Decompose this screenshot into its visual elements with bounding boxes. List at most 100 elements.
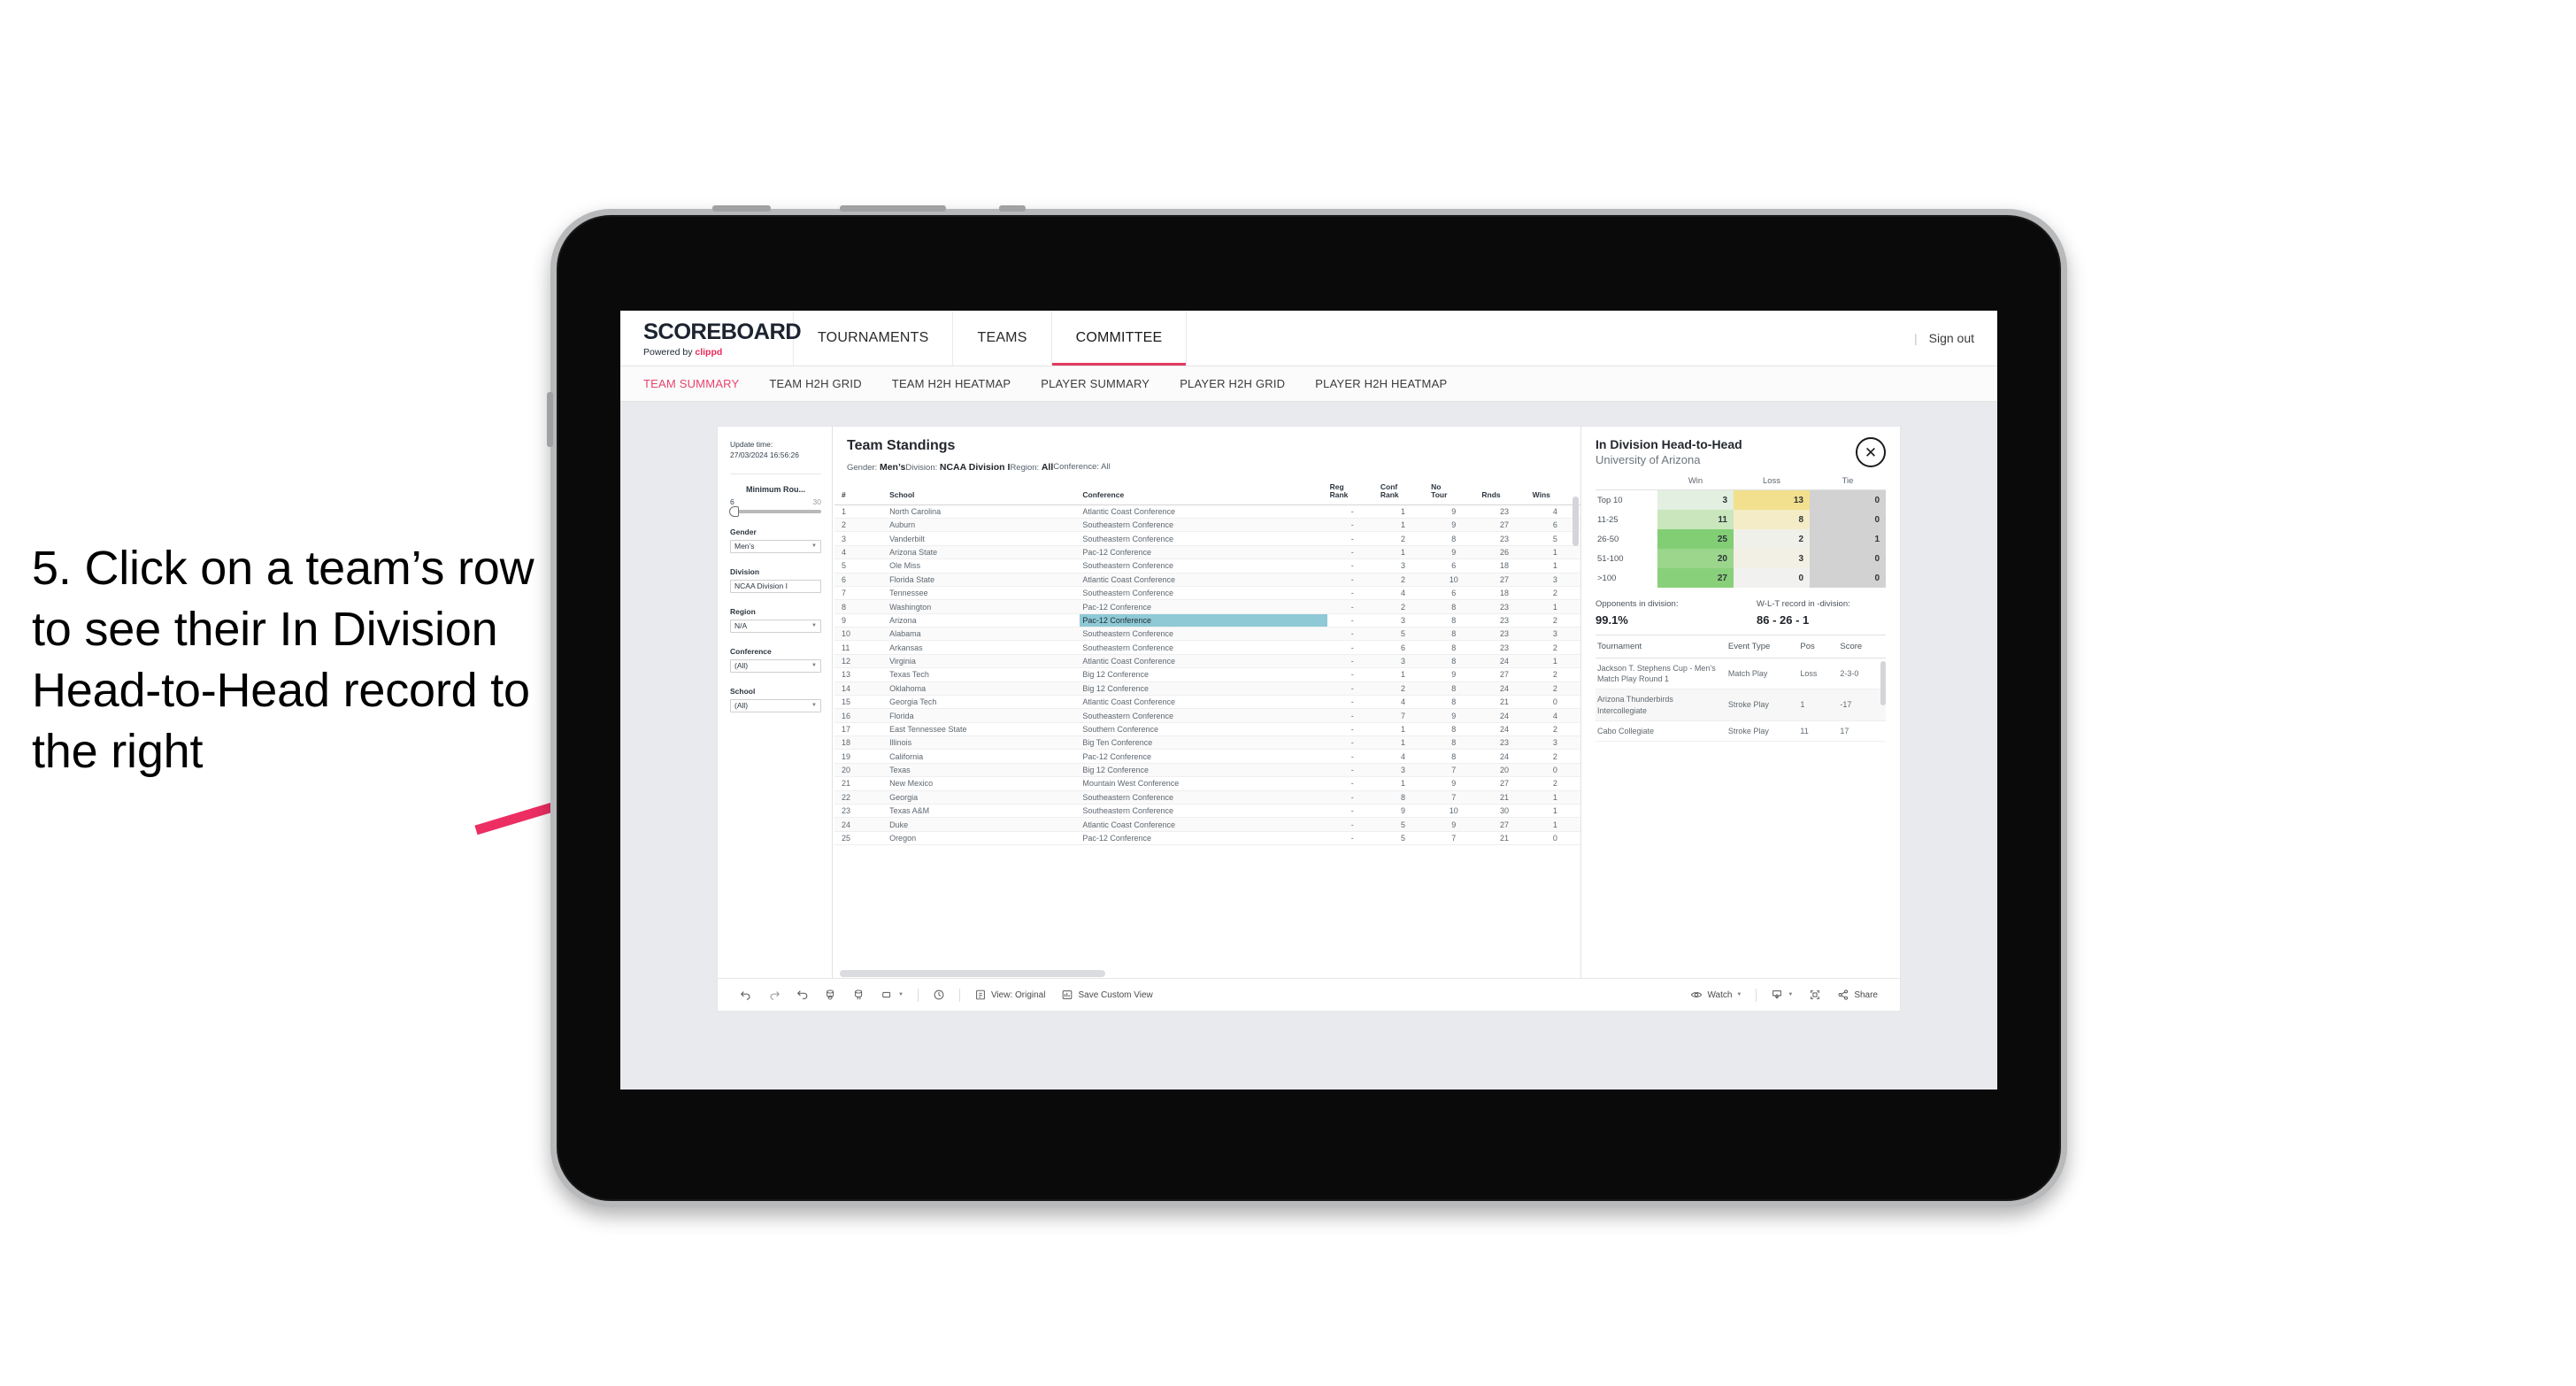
table-row[interactable]: 9 Arizona Pac-12 Conference -3 8 23 2	[834, 613, 1580, 628]
list-item[interactable]: Jackson T. Stephens Cup - Men’s Match Pl…	[1596, 658, 1886, 690]
list-item[interactable]: Arizona Thunderbirds Intercollegiate Stro…	[1596, 689, 1886, 721]
table-row[interactable]: 15 Georgia Tech Atlantic Coast Conference -…	[834, 695, 1580, 710]
table-row[interactable]: 7 Tennessee Southeastern Conference -4 6 18 2	[834, 586, 1580, 601]
nav-teams[interactable]: TEAMS	[953, 311, 1052, 366]
table-row[interactable]: 25 Oregon Pac-12 Conference -5 7 21 0	[834, 831, 1580, 846]
tab-team-summary[interactable]: TEAM SUMMARY	[643, 377, 739, 390]
region-select[interactable]: N/A ▼	[730, 619, 821, 633]
cell-1: Virginia	[887, 654, 1080, 669]
slider-handle[interactable]	[729, 505, 739, 517]
heatmap-cell-loss[interactable]: 3	[1734, 549, 1810, 569]
conference-select[interactable]: (All) ▼	[730, 658, 821, 673]
heatmap-row-label: Top 10	[1596, 489, 1657, 511]
cell-3: -	[1326, 654, 1378, 669]
summary-conference-value: All	[1101, 462, 1111, 472]
minimum-rounds-slider[interactable]	[729, 505, 821, 517]
summary-conference-label: Conference:	[1053, 462, 1102, 472]
nav-tournaments[interactable]: TOURNAMENTS	[794, 311, 954, 366]
heatmap-cell-loss[interactable]: 8	[1734, 510, 1810, 530]
fullscreen-button[interactable]	[1801, 989, 1829, 1001]
tab-player-summary[interactable]: PLAYER SUMMARY	[1041, 377, 1150, 390]
nav-committee[interactable]: COMMITTEE	[1051, 311, 1188, 366]
nav-active-indicator	[1051, 363, 1187, 366]
table-row[interactable]: 23 Texas A&M Southeastern Conference -9 10 30…	[834, 804, 1580, 819]
rectangle-select-button[interactable]: ▼	[873, 989, 911, 1001]
heatmap-cell-win[interactable]: 11	[1657, 510, 1734, 530]
heatmap-cell-tie[interactable]: 0	[1810, 549, 1886, 569]
col-rnds[interactable]: Rnds	[1479, 481, 1530, 505]
heatmap-cell-win[interactable]: 3	[1657, 489, 1734, 511]
view-original-button[interactable]: View: Original	[966, 989, 1054, 1001]
table-row[interactable]: 24 Duke Atlantic Coast Conference -5 9 27 1	[834, 817, 1580, 832]
heatmap-cell-win[interactable]: 20	[1657, 549, 1734, 569]
col-school[interactable]: School	[887, 481, 1080, 505]
refresh-data-button[interactable]	[817, 989, 845, 1001]
col-rank[interactable]: #	[834, 481, 888, 505]
table-row[interactable]: 6 Florida State Atlantic Coast Conference -…	[834, 573, 1580, 587]
sign-out-link[interactable]: Sign out	[1929, 331, 1974, 345]
heatmap-cell-loss[interactable]: 13	[1734, 489, 1810, 511]
table-row[interactable]: 12 Virginia Atlantic Coast Conference -3 8 24…	[834, 654, 1580, 669]
heatmap-cell-win[interactable]: 25	[1657, 529, 1734, 550]
division-select[interactable]: NCAA Division I	[730, 579, 821, 593]
table-row[interactable]: 4 Arizona State Pac-12 Conference -1 9 26 1	[834, 545, 1580, 560]
school-select[interactable]: (All) ▼	[730, 698, 821, 712]
stat-record: W-L-T record in -division: 86 - 26 - 1	[1725, 599, 1886, 627]
gender-select[interactable]: Men’s ▼	[730, 539, 821, 553]
table-row[interactable]: 21 New Mexico Mountain West Conference -1 9 2…	[834, 776, 1580, 791]
heatmap-cell-tie[interactable]: 0	[1810, 568, 1886, 589]
col-no-tour[interactable]: No Tour	[1428, 481, 1480, 505]
table-row[interactable]: 1 North Carolina Atlantic Coast Conference…	[834, 504, 1580, 520]
revert-button[interactable]	[788, 989, 817, 1001]
save-custom-view-button[interactable]: Save Custom View	[1053, 989, 1160, 1001]
watch-button[interactable]: Watch ▼	[1682, 989, 1749, 1001]
table-row[interactable]: 17 East Tennessee State Southern Conferenc…	[834, 722, 1580, 737]
table-row[interactable]: 19 California Pac-12 Conference -4 8 24 2	[834, 749, 1580, 764]
col-reg-rank[interactable]: Reg Rank	[1326, 481, 1378, 505]
heatmap-cell-tie[interactable]: 0	[1810, 489, 1886, 511]
cell-1: Florida State	[887, 573, 1080, 587]
col-conf-rank[interactable]: Conf Rank	[1377, 481, 1429, 505]
table-row[interactable]: 22 Georgia Southeastern Conference -8 7 21 1	[834, 790, 1580, 805]
pause-auto-updates-button[interactable]	[925, 989, 953, 1001]
app-logo[interactable]: SCOREBOARD Powered by clippd	[620, 311, 802, 366]
heatmap-cell-tie[interactable]: 0	[1810, 510, 1886, 530]
share-button[interactable]: Share	[1829, 989, 1886, 1001]
redo-button[interactable]	[760, 989, 788, 1001]
table-row[interactable]: 20 Texas Big 12 Conference -3 7 20 0	[834, 763, 1580, 778]
download-button[interactable]: ▼	[1763, 989, 1801, 1001]
table-row[interactable]: 18 Illinois Big Ten Conference -1 8 23 3	[834, 735, 1580, 751]
table-row[interactable]: 5 Ole Miss Southeastern Conference -3 6 18 1	[834, 558, 1580, 574]
heatmap-cell-loss[interactable]: 2	[1734, 529, 1810, 550]
tab-player-h2h-heatmap[interactable]: PLAYER H2H HEATMAP	[1315, 377, 1447, 390]
table-row[interactable]: 13 Texas Tech Big 12 Conference -1 9 27 2	[834, 667, 1580, 682]
tab-team-h2h-heatmap[interactable]: TEAM H2H HEATMAP	[892, 377, 1011, 390]
cell-7: 3	[1529, 735, 1580, 751]
table-row[interactable]: 11 Arkansas Southeastern Conference -6 8 23 2	[834, 640, 1580, 655]
col-conference[interactable]: Conference	[1080, 481, 1327, 505]
pause-updates-button[interactable]	[845, 989, 873, 1001]
table-row[interactable]: 2 Auburn Southeastern Conference -1 9 27 6	[834, 518, 1580, 533]
standings-vertical-scrollbar[interactable]	[1573, 497, 1579, 546]
tab-player-h2h-grid[interactable]: PLAYER H2H GRID	[1180, 377, 1285, 390]
table-row[interactable]: 3 Vanderbilt Southeastern Conference -2 8 23 5	[834, 531, 1580, 546]
table-row[interactable]: 8 Washington Pac-12 Conference -2 8 23 1	[834, 599, 1580, 614]
tab-team-h2h-grid[interactable]: TEAM H2H GRID	[769, 377, 861, 390]
school-value: (All)	[734, 701, 749, 711]
close-icon[interactable]: ✕	[1856, 437, 1886, 467]
heatmap-cell-win[interactable]: 27	[1657, 568, 1734, 589]
table-row[interactable]: 14 Oklahoma Big 12 Conference -2 8 24 2	[834, 681, 1580, 696]
list-item[interactable]: Cabo Collegiate Stroke Play 11 17	[1596, 720, 1886, 742]
standings-horizontal-scrollbar[interactable]	[840, 969, 1580, 978]
filter-panel: Update time: 27/03/2024 16:56:26 Minimum…	[718, 427, 833, 978]
cell-6: 26	[1479, 545, 1530, 560]
cell-2: Pac-12 Conference	[1080, 545, 1327, 560]
table-row[interactable]: 10 Alabama Southeastern Conference -5 8 23 3	[834, 627, 1580, 642]
table-row[interactable]: 16 Florida Southeastern Conference -7 9 24 4	[834, 708, 1580, 723]
tournament-scrollbar[interactable]	[1880, 661, 1886, 706]
heatmap-cell-loss[interactable]: 0	[1734, 568, 1810, 589]
cell-4: 3	[1377, 763, 1429, 778]
undo-button[interactable]	[732, 989, 760, 1001]
heatmap-cell-tie[interactable]: 1	[1810, 529, 1886, 550]
scrollbar-thumb[interactable]	[840, 970, 1105, 977]
